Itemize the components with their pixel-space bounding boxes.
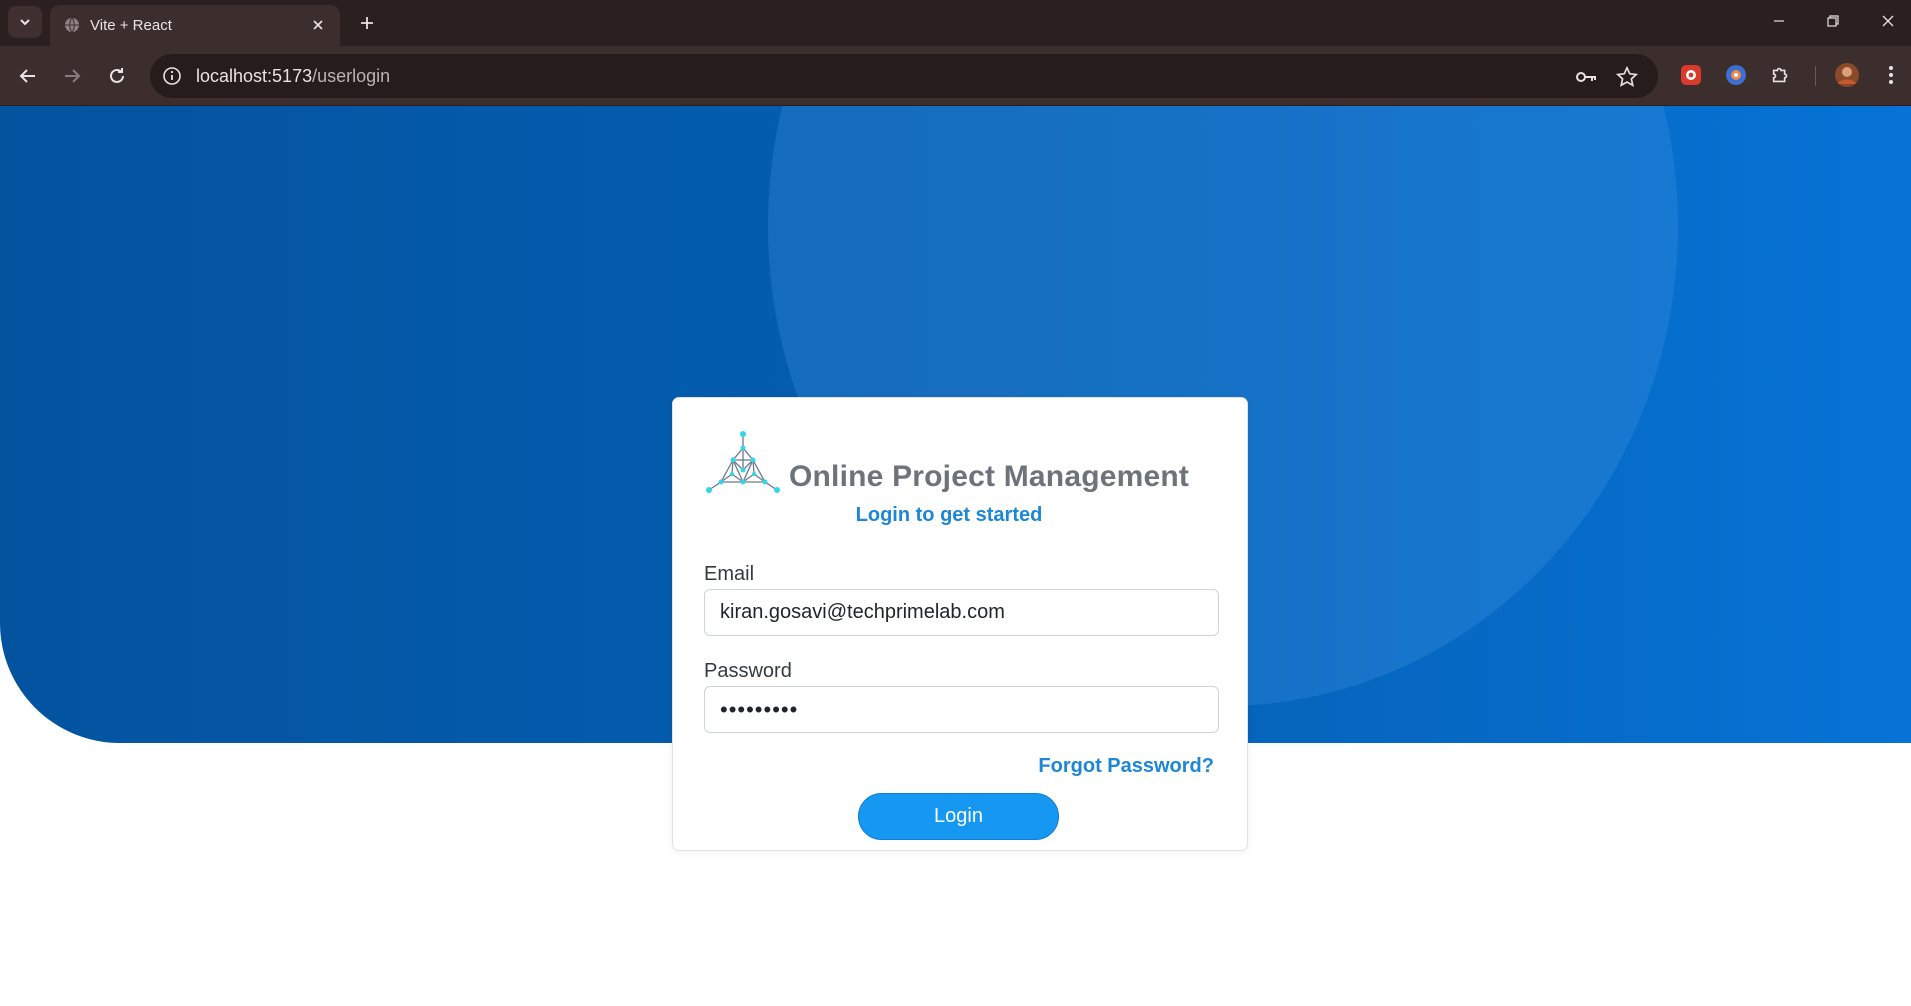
tab-search-button[interactable]	[8, 6, 42, 38]
close-window-button[interactable]	[1870, 6, 1906, 36]
restore-button[interactable]	[1815, 6, 1851, 36]
chevron-down-icon	[20, 19, 30, 26]
address-bar[interactable]: localhost:5173/userlogin	[150, 54, 1658, 98]
back-button[interactable]	[12, 60, 44, 92]
browser-tab-strip: Vite + React	[0, 0, 1911, 46]
new-tab-button[interactable]	[353, 9, 381, 37]
reload-icon	[110, 68, 124, 83]
tab-close-button[interactable]	[308, 15, 328, 35]
avatar	[1835, 63, 1859, 87]
more-vertical-icon	[1889, 66, 1893, 84]
arrow-right-icon	[65, 69, 81, 83]
browser-tab[interactable]: Vite + React	[50, 5, 340, 46]
browser-toolbar: localhost:5173/userlogin	[0, 46, 1911, 106]
plus-icon	[361, 17, 373, 29]
email-label: Email	[704, 563, 755, 585]
key-icon	[1576, 72, 1596, 82]
password-label: Password	[704, 660, 792, 682]
email-field[interactable]: kiran.gosavi@techprimelab.com	[704, 589, 1219, 636]
password-manager-button[interactable]	[1574, 65, 1598, 89]
arrow-left-icon	[19, 69, 35, 83]
password-field[interactable]: •••••••••	[704, 686, 1219, 733]
close-icon	[1882, 15, 1894, 27]
toolbar-separator	[1815, 66, 1816, 86]
login-card: Online Project Management Login to get s…	[672, 397, 1248, 851]
browser-menu-button[interactable]	[1877, 61, 1905, 89]
extension-button-2[interactable]	[1722, 61, 1750, 89]
star-icon	[1616, 66, 1638, 87]
extension-button-1[interactable]	[1677, 61, 1705, 89]
extension-blue-icon	[1726, 65, 1746, 85]
puzzle-icon	[1772, 67, 1788, 83]
extension-red-icon	[1681, 65, 1701, 85]
reload-button[interactable]	[101, 60, 133, 92]
close-icon	[313, 20, 323, 30]
bookmark-button[interactable]	[1615, 65, 1639, 89]
url-path: /userlogin	[312, 66, 391, 86]
login-subtitle: Login to get started	[855, 504, 1043, 526]
url-text: localhost:5173/userlogin	[196, 66, 390, 87]
app-logo-icon	[706, 431, 780, 493]
site-info-icon[interactable]	[162, 66, 182, 86]
login-button[interactable]: Login	[858, 793, 1059, 840]
page-content: Online Project Management Login to get s…	[0, 106, 1911, 1006]
globe-icon	[65, 17, 79, 33]
restore-icon	[1827, 15, 1839, 27]
minimize-icon	[1774, 20, 1784, 22]
brand-title: Online Project Management	[789, 460, 1190, 493]
profile-button[interactable]	[1833, 61, 1861, 89]
forgot-password-link[interactable]: Forgot Password?	[1038, 755, 1214, 778]
minimize-button[interactable]	[1761, 6, 1797, 36]
url-host: localhost:5173	[196, 66, 313, 86]
tab-title: Vite + React	[90, 17, 172, 34]
forward-button[interactable]	[56, 60, 88, 92]
extensions-menu-button[interactable]	[1767, 61, 1795, 89]
